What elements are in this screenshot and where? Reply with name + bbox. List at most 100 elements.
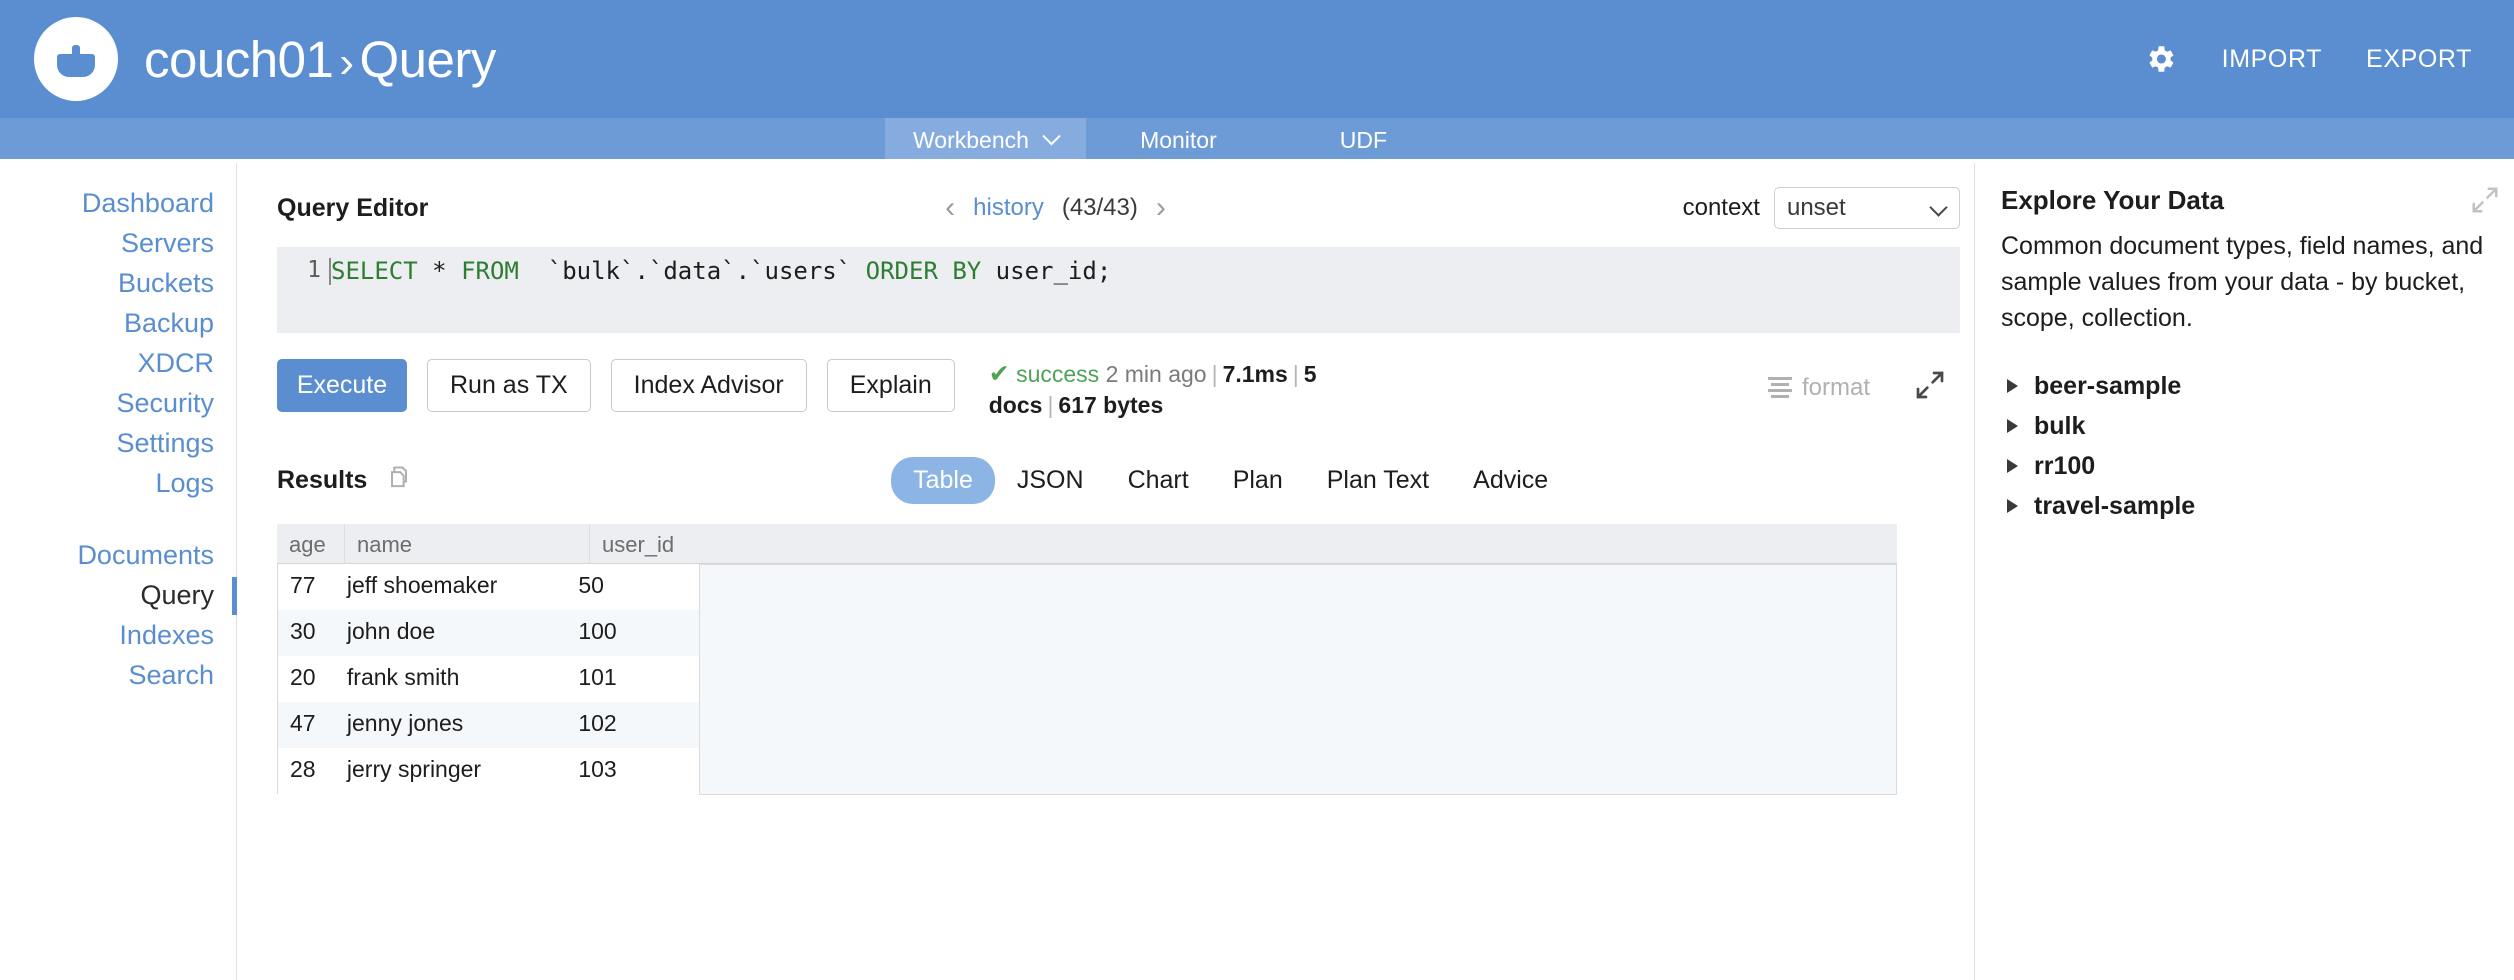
query-status: ✔ success 2 min ago|7.1ms|5 docs|617 byt… — [989, 359, 1419, 421]
format-button[interactable]: format — [1768, 374, 1870, 402]
app-header: couch01›Query IMPORT EXPORT — [0, 0, 2514, 118]
sidebar-item-backup[interactable]: Backup — [0, 303, 236, 343]
triangle-right-icon — [2007, 459, 2018, 473]
results-header: Results Table JSON Chart Plan Plan Text … — [277, 457, 1960, 504]
table-row[interactable]: 47 jenny jones 102 — [277, 702, 699, 748]
triangle-right-icon — [2007, 379, 2018, 393]
bucket-label: rr100 — [2034, 452, 2095, 481]
bucket-item-beer-sample[interactable]: beer-sample — [2001, 366, 2488, 406]
tab-udf[interactable]: UDF — [1271, 118, 1456, 163]
couchbase-logo-icon — [34, 17, 118, 101]
history-count: (43/43) — [1062, 194, 1138, 222]
table-row[interactable]: 30 john doe 100 — [277, 610, 699, 656]
explore-description: Common document types, field names, and … — [2001, 228, 2488, 336]
tab-workbench-label: Workbench — [913, 127, 1029, 154]
tab-json[interactable]: JSON — [995, 457, 1106, 504]
sidebar-item-security[interactable]: Security — [0, 383, 236, 423]
sidebar-item-buckets[interactable]: Buckets — [0, 263, 236, 303]
tab-plan[interactable]: Plan — [1211, 457, 1305, 504]
format-lines-icon — [1768, 377, 1792, 398]
sql-star: * — [418, 257, 461, 285]
column-header-name[interactable]: name — [345, 524, 590, 563]
triangle-right-icon — [2007, 419, 2018, 433]
table-empty-area — [699, 564, 1897, 795]
tab-udf-label: UDF — [1340, 127, 1387, 154]
export-button[interactable]: EXPORT — [2366, 45, 2472, 74]
check-icon: ✔ — [989, 360, 1010, 388]
triangle-right-icon — [2007, 499, 2018, 513]
tab-monitor[interactable]: Monitor — [1086, 118, 1271, 163]
cell-age: 77 — [278, 564, 335, 610]
cell-user-id: 102 — [566, 702, 699, 748]
explore-panel: Explore Your Data Common document types,… — [1974, 163, 2514, 980]
bucket-item-bulk[interactable]: bulk — [2001, 406, 2488, 446]
tab-plan-text[interactable]: Plan Text — [1305, 457, 1451, 504]
history-nav: ‹ history (43/43) › — [945, 193, 1166, 223]
tab-table[interactable]: Table — [891, 457, 995, 504]
tab-chart[interactable]: Chart — [1106, 457, 1211, 504]
bucket-label: travel-sample — [2034, 492, 2195, 521]
gear-icon[interactable] — [2142, 41, 2178, 77]
sidebar-item-documents[interactable]: Documents — [0, 535, 236, 575]
column-header-age[interactable]: age — [277, 524, 345, 563]
expand-arrows-icon[interactable] — [2470, 185, 2500, 220]
sidebar-item-dashboard[interactable]: Dashboard — [0, 183, 236, 223]
table-row[interactable]: 28 jerry springer 103 — [277, 748, 699, 794]
query-actions: Execute Run as TX Index Advisor Explain … — [277, 359, 1960, 421]
context-value: unset — [1787, 194, 1846, 222]
tab-advice[interactable]: Advice — [1451, 457, 1570, 504]
brand: couch01›Query — [34, 17, 496, 101]
bucket-item-rr100[interactable]: rr100 — [2001, 446, 2488, 486]
copy-icon[interactable] — [385, 464, 413, 497]
editor-tools: format — [1768, 359, 1960, 406]
bucket-item-travel-sample[interactable]: travel-sample — [2001, 486, 2488, 526]
cell-name: jerry springer — [335, 748, 566, 794]
table-row[interactable]: 77 jeff shoemaker 50 — [277, 564, 699, 610]
sidebar-item-settings[interactable]: Settings — [0, 423, 236, 463]
table-rows: 77 jeff shoemaker 50 30 john doe 100 20 … — [277, 564, 699, 795]
run-as-tx-button[interactable]: Run as TX — [427, 359, 591, 412]
context-control: context unset — [1683, 187, 1960, 229]
query-editor-header: Query Editor ‹ history (43/43) › context… — [277, 187, 1960, 229]
table-header-row: age name user_id — [277, 524, 1897, 564]
main-inner: Query Editor ‹ history (43/43) › context… — [237, 187, 1974, 795]
index-advisor-button[interactable]: Index Advisor — [611, 359, 807, 412]
sidebar-item-logs[interactable]: Logs — [0, 463, 236, 503]
import-button[interactable]: IMPORT — [2222, 45, 2322, 74]
sql-editor[interactable]: 1 SELECT * FROM `bulk`.`data`.`users` OR… — [277, 247, 1960, 333]
sidebar-item-search[interactable]: Search — [0, 655, 236, 695]
bucket-list: beer-sample bulk rr100 travel-sample — [2001, 366, 2488, 526]
chevron-down-icon — [1929, 198, 1947, 216]
sql-tail: user_id; — [981, 257, 1111, 285]
cluster-name: couch01 — [144, 31, 333, 88]
cell-age: 20 — [278, 656, 335, 702]
page-title: couch01›Query — [144, 30, 496, 89]
chevron-right-icon[interactable]: › — [1156, 193, 1166, 223]
breadcrumb-separator: › — [333, 38, 359, 87]
results-view-tabs: Table JSON Chart Plan Plan Text Advice — [891, 457, 1570, 504]
table-row[interactable]: 20 frank smith 101 — [277, 656, 699, 702]
chevron-left-icon[interactable]: ‹ — [945, 193, 955, 223]
execute-button[interactable]: Execute — [277, 359, 407, 412]
editor-gutter: 1 — [277, 247, 329, 333]
sql-code-line[interactable]: SELECT * FROM `bulk`.`data`.`users` ORDE… — [329, 247, 1960, 333]
explain-button[interactable]: Explain — [827, 359, 955, 412]
column-header-user-id[interactable]: user_id — [590, 524, 1897, 563]
expand-editor-icon[interactable] — [1914, 369, 1946, 406]
sql-keyword-orderby: ORDER BY — [866, 257, 982, 285]
sidebar-item-servers[interactable]: Servers — [0, 223, 236, 263]
cell-name: john doe — [335, 610, 566, 656]
cell-user-id: 100 — [566, 610, 699, 656]
cell-name: jeff shoemaker — [335, 564, 566, 610]
history-link[interactable]: history — [973, 194, 1044, 222]
context-select[interactable]: unset — [1774, 187, 1960, 229]
cell-age: 28 — [278, 748, 335, 794]
sidebar-item-indexes[interactable]: Indexes — [0, 615, 236, 655]
sidebar-item-query[interactable]: Query — [0, 575, 236, 615]
tab-workbench[interactable]: Workbench — [885, 118, 1086, 163]
sidebar-item-xdcr[interactable]: XDCR — [0, 343, 236, 383]
chevron-down-icon — [1042, 127, 1060, 145]
bucket-label: beer-sample — [2034, 372, 2181, 401]
context-label: context — [1683, 194, 1760, 222]
section-tabbar: Workbench Monitor UDF — [0, 118, 2514, 163]
